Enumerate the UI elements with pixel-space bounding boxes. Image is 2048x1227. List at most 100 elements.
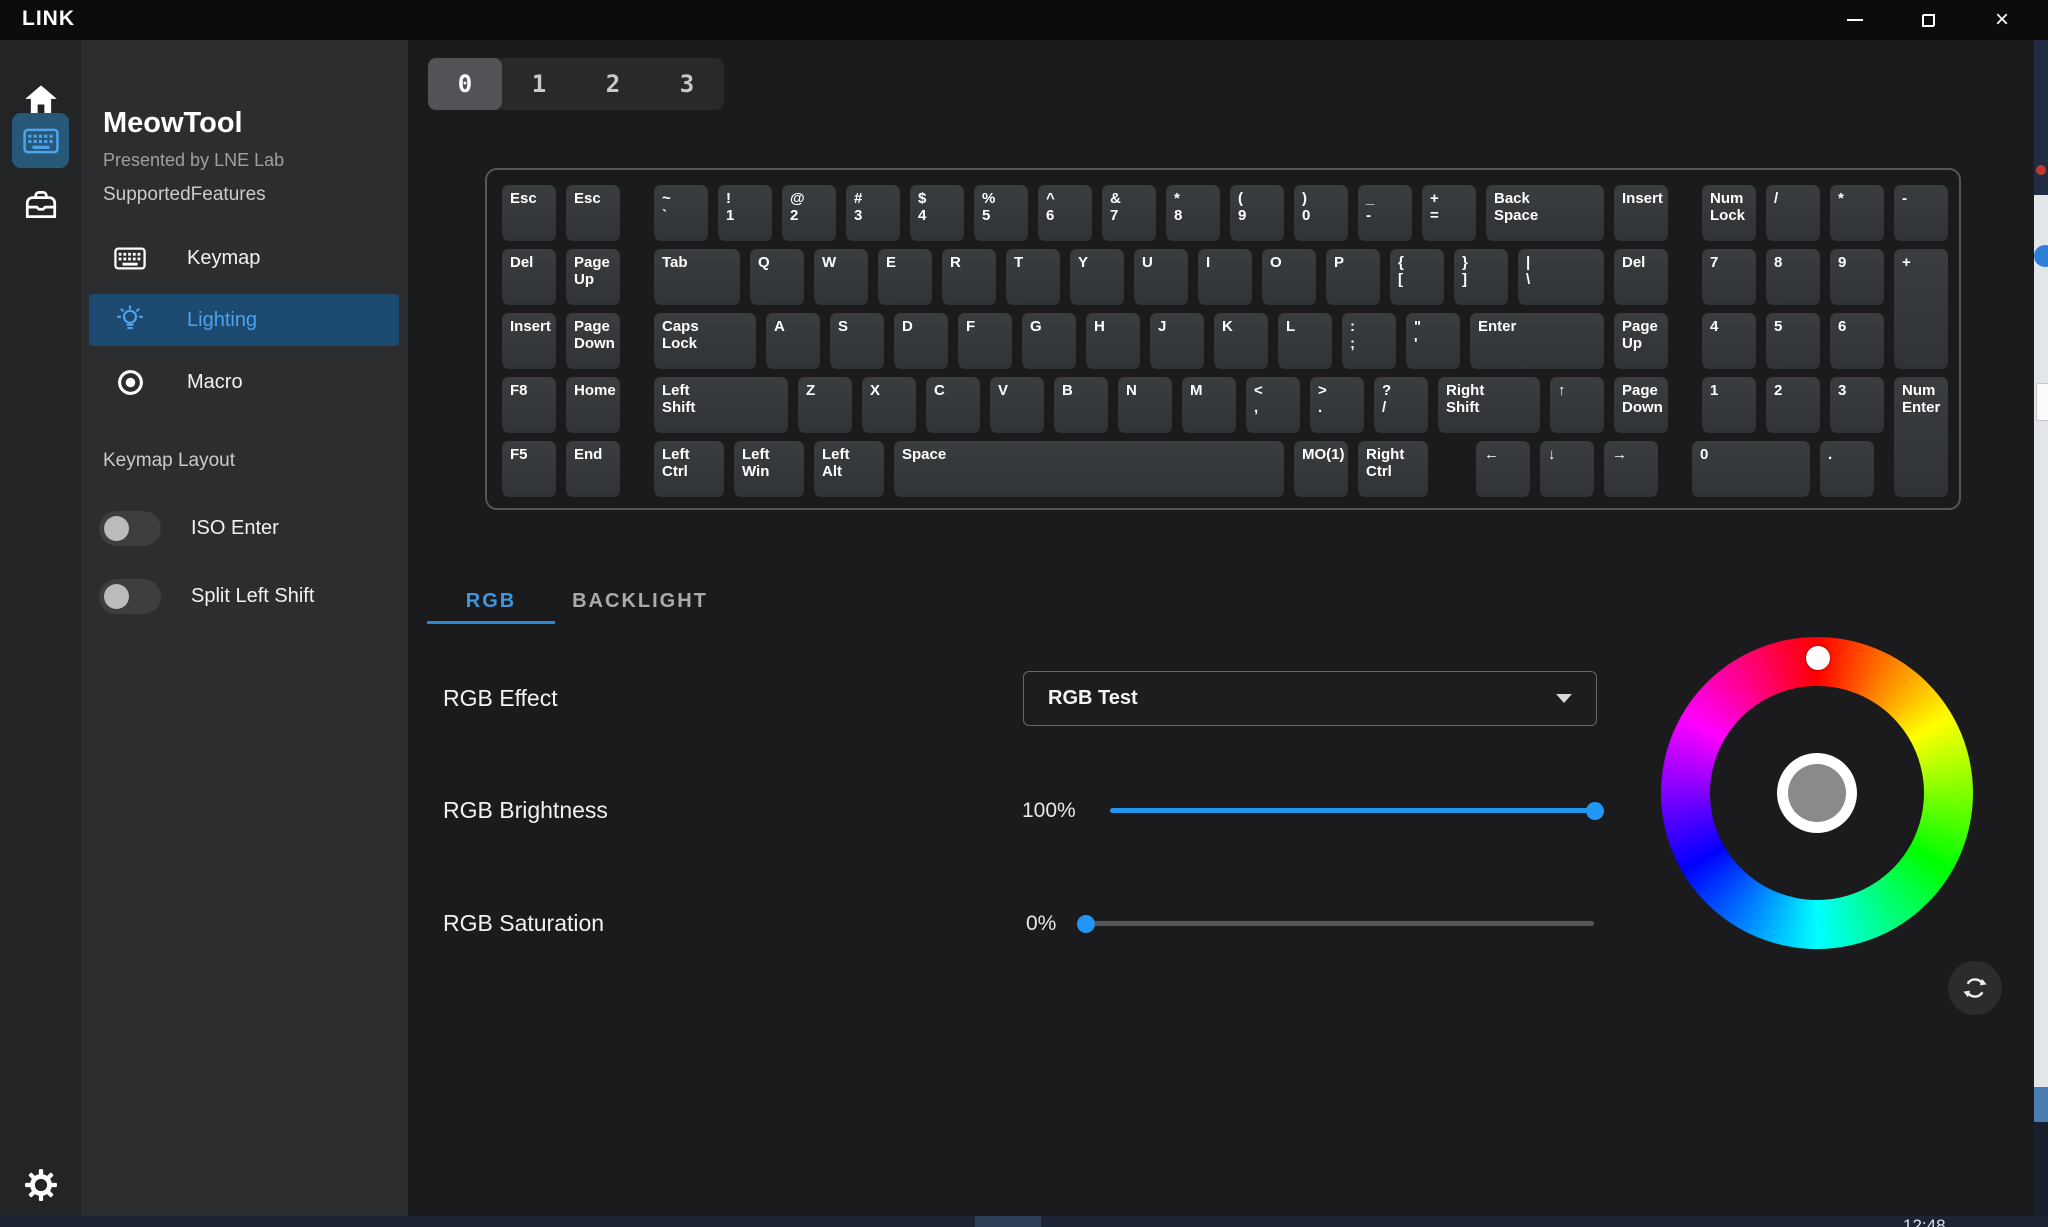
key-r0c3[interactable]: ~ ` <box>654 185 708 241</box>
key-num[interactable]: Num Enter <box>1894 377 1948 497</box>
key-r4c10[interactable]: ← <box>1476 441 1530 497</box>
key-q[interactable]: Q <box>750 249 804 305</box>
key-0[interactable]: 0 <box>1692 441 1810 497</box>
rgb-effect-dropdown[interactable]: RGB Test <box>1023 671 1597 726</box>
key-p[interactable]: P <box>1326 249 1380 305</box>
key-r3c11[interactable]: < , <box>1246 377 1300 433</box>
key-insert[interactable]: Insert <box>502 313 556 369</box>
key-r0c22[interactable]: - <box>1894 185 1948 241</box>
key-r0c5[interactable]: @ 2 <box>782 185 836 241</box>
close-button[interactable]: × <box>1972 0 2032 40</box>
key-page[interactable]: Page Down <box>1614 377 1668 433</box>
key-d[interactable]: D <box>894 313 948 369</box>
key-right[interactable]: Right Ctrl <box>1358 441 1428 497</box>
key-r0c12[interactable]: ( 9 <box>1230 185 1284 241</box>
rgb-saturation-thumb[interactable] <box>1077 915 1095 933</box>
rail-toolbox-button[interactable] <box>0 176 81 232</box>
key-left[interactable]: Left Alt <box>814 441 884 497</box>
key-esc[interactable]: Esc <box>566 185 620 241</box>
key-x[interactable]: X <box>862 377 916 433</box>
key-insert[interactable]: Insert <box>1614 185 1668 241</box>
sync-color-button[interactable] <box>1948 961 2002 1015</box>
key-left[interactable]: Left Win <box>734 441 804 497</box>
settings-button[interactable] <box>0 1157 81 1213</box>
key-f[interactable]: F <box>958 313 1012 369</box>
key-caps[interactable]: Caps Lock <box>654 313 756 369</box>
key-f8[interactable]: F8 <box>502 377 556 433</box>
key-page[interactable]: Page Up <box>1614 313 1668 369</box>
key-end[interactable]: End <box>566 441 620 497</box>
key-r0c14[interactable]: _ - <box>1358 185 1412 241</box>
key-del[interactable]: Del <box>502 249 556 305</box>
rail-keyboard-button[interactable] <box>12 113 69 168</box>
key-left[interactable]: Left Ctrl <box>654 441 724 497</box>
key-u[interactable]: U <box>1134 249 1188 305</box>
key-page[interactable]: Page Down <box>566 313 620 369</box>
key-r4c11[interactable]: ↓ <box>1540 441 1594 497</box>
key-back[interactable]: Back Space <box>1486 185 1604 241</box>
key-r0c6[interactable]: # 3 <box>846 185 900 241</box>
sidebar-item-keymap[interactable]: Keymap <box>89 232 399 284</box>
key-r3c13[interactable]: ? / <box>1374 377 1428 433</box>
key-k[interactable]: K <box>1214 313 1268 369</box>
tab-rgb[interactable]: RGB <box>427 590 555 613</box>
key-l[interactable]: L <box>1278 313 1332 369</box>
key-c[interactable]: C <box>926 377 980 433</box>
key-g[interactable]: G <box>1022 313 1076 369</box>
rgb-saturation-slider[interactable] <box>1086 921 1594 926</box>
key-e[interactable]: E <box>878 249 932 305</box>
key-r0c4[interactable]: ! 1 <box>718 185 772 241</box>
key-r2c13[interactable]: : ; <box>1342 313 1396 369</box>
restore-button[interactable] <box>1898 0 1958 40</box>
layer-tab-1[interactable]: 1 <box>502 58 576 110</box>
key-a[interactable]: A <box>766 313 820 369</box>
key-r3c12[interactable]: > . <box>1310 377 1364 433</box>
key-right[interactable]: Right Shift <box>1438 377 1540 433</box>
key-r0c21[interactable]: * <box>1830 185 1884 241</box>
key-i[interactable]: I <box>1198 249 1252 305</box>
key-t[interactable]: T <box>1006 249 1060 305</box>
key-3[interactable]: 3 <box>1830 377 1884 433</box>
key-r0c10[interactable]: & 7 <box>1102 185 1156 241</box>
key-m[interactable]: M <box>1182 377 1236 433</box>
key-6[interactable]: 6 <box>1830 313 1884 369</box>
key-r4c15[interactable]: . <box>1820 441 1874 497</box>
layer-tab-2[interactable]: 2 <box>576 58 650 110</box>
rgb-brightness-slider[interactable] <box>1110 808 1595 813</box>
sidebar-item-macro[interactable]: Macro <box>89 356 399 408</box>
key-r1c16[interactable]: | \ <box>1518 249 1604 305</box>
rgb-brightness-thumb[interactable] <box>1586 802 1604 820</box>
key-r0c15[interactable]: + = <box>1422 185 1476 241</box>
key-r1c15[interactable]: } ] <box>1454 249 1508 305</box>
key-mo1[interactable]: MO(1) <box>1294 441 1348 497</box>
sidebar-item-lighting[interactable]: Lighting <box>89 294 399 346</box>
key-s[interactable]: S <box>830 313 884 369</box>
hue-color-wheel[interactable] <box>1661 637 1973 949</box>
key-1[interactable]: 1 <box>1702 377 1756 433</box>
key-page[interactable]: Page Up <box>566 249 620 305</box>
key-r2c14[interactable]: " ' <box>1406 313 1460 369</box>
key-r1c14[interactable]: { [ <box>1390 249 1444 305</box>
key-r0c8[interactable]: % 5 <box>974 185 1028 241</box>
key-9[interactable]: 9 <box>1830 249 1884 305</box>
key-left[interactable]: Left Shift <box>654 377 788 433</box>
iso-enter-toggle[interactable] <box>99 511 161 546</box>
key-tab[interactable]: Tab <box>654 249 740 305</box>
hue-selector-dot[interactable] <box>1806 646 1830 670</box>
key-enter[interactable]: Enter <box>1470 313 1604 369</box>
key-r1c22[interactable]: + <box>1894 249 1948 369</box>
split-left-shift-toggle[interactable] <box>99 579 161 614</box>
key-4[interactable]: 4 <box>1702 313 1756 369</box>
key-7[interactable]: 7 <box>1702 249 1756 305</box>
key-n[interactable]: N <box>1118 377 1172 433</box>
layer-tab-3[interactable]: 3 <box>650 58 724 110</box>
key-o[interactable]: O <box>1262 249 1316 305</box>
key-space[interactable]: Space <box>894 441 1284 497</box>
key-b[interactable]: B <box>1054 377 1108 433</box>
key-del[interactable]: Del <box>1614 249 1668 305</box>
key-r3c15[interactable]: ↑ <box>1550 377 1604 433</box>
key-r0c11[interactable]: * 8 <box>1166 185 1220 241</box>
minimize-button[interactable] <box>1825 0 1885 40</box>
tab-backlight[interactable]: BACKLIGHT <box>565 590 715 613</box>
key-r0c20[interactable]: / <box>1766 185 1820 241</box>
